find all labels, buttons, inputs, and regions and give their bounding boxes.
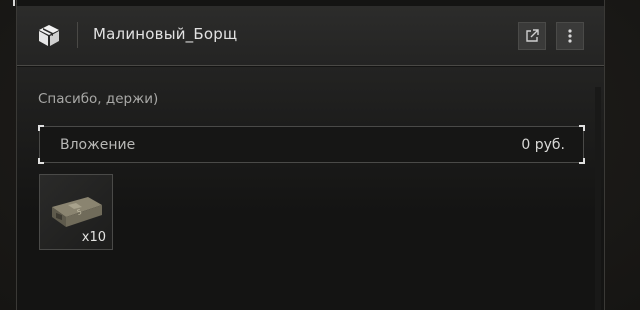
panel-header: Малиновый_Борщ bbox=[17, 6, 604, 66]
item-count: x10 bbox=[81, 230, 106, 245]
attachment-label: Вложение bbox=[60, 137, 136, 153]
trade-window-stage: Малиновый_Борщ Спасибо, держи) Вложение … bbox=[0, 0, 640, 310]
attachment-value: 0 руб. bbox=[521, 137, 565, 153]
sender-name: Малиновый_Борщ bbox=[93, 25, 238, 43]
package-box-icon bbox=[39, 25, 59, 46]
header-divider bbox=[77, 22, 78, 48]
message-panel: Малиновый_Борщ Спасибо, держи) Вложение … bbox=[16, 0, 605, 310]
attached-item-slot[interactable]: 5 x10 bbox=[39, 174, 113, 250]
more-options-button[interactable] bbox=[556, 22, 584, 50]
external-link-icon bbox=[526, 29, 539, 42]
message-text: Спасибо, держи) bbox=[38, 91, 159, 107]
message-body: Спасибо, держи) Вложение 0 руб. 5 x10 bbox=[17, 67, 604, 310]
more-vertical-icon bbox=[568, 29, 572, 43]
attachment-row: Вложение 0 руб. bbox=[38, 125, 585, 164]
ammo-crate-icon: 5 bbox=[52, 197, 102, 227]
open-external-button[interactable] bbox=[518, 22, 546, 50]
window-corner-marker bbox=[13, 0, 15, 6]
scrollbar[interactable] bbox=[595, 87, 601, 310]
